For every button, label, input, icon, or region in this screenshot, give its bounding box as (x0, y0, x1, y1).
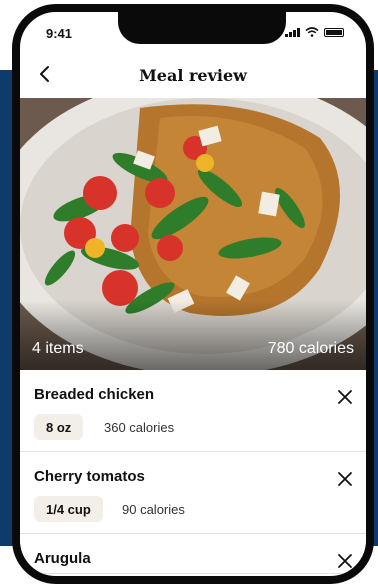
food-item[interactable]: Cherry tomatos 1/4 cup 90 calories (20, 452, 366, 534)
food-item[interactable]: Breaded chicken 8 oz 360 calories (20, 370, 366, 452)
wifi-icon (305, 27, 319, 37)
portion-chip[interactable]: 8 oz (34, 414, 84, 440)
food-item-calories: 360 calories (104, 420, 175, 435)
phone-frame: 9:41 Meal review 4 items 780 calories Br… (12, 4, 374, 584)
item-count: 4 items (32, 340, 84, 357)
app-header: Meal review (20, 56, 366, 96)
page-title: Meal review (139, 66, 247, 85)
food-item-name: Arugula (34, 550, 91, 567)
close-icon[interactable] (336, 552, 354, 570)
phone-notch (118, 12, 286, 44)
status-icons (285, 27, 344, 37)
status-time: 9:41 (46, 26, 73, 41)
signal-icon (285, 27, 300, 37)
food-item[interactable]: Arugula (20, 534, 366, 574)
battery-icon (324, 28, 344, 37)
close-icon[interactable] (336, 388, 354, 406)
food-item-list: Breaded chicken 8 oz 360 calories Cherry… (20, 370, 366, 574)
food-item-name: Breaded chicken (34, 386, 155, 403)
food-item-calories: 90 calories (122, 502, 185, 517)
portion-chip[interactable]: 1/4 cup (34, 496, 103, 522)
meal-photo: 4 items 780 calories (20, 98, 366, 370)
food-item-name: Cherry tomatos (34, 468, 145, 485)
total-calories: 780 calories (267, 340, 354, 357)
photo-overlay (20, 300, 366, 370)
close-icon[interactable] (336, 470, 354, 488)
